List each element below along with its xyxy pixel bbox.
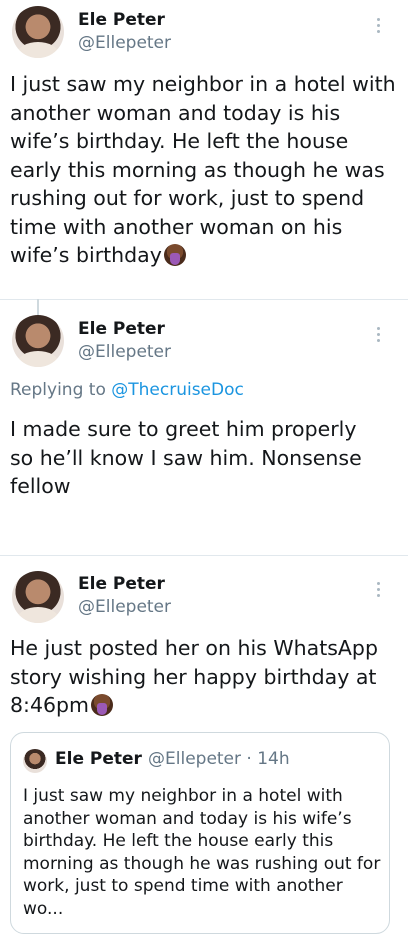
replying-to: Replying to @ThecruiseDoc [10,380,244,400]
avatar[interactable] [12,315,64,367]
quoted-text: I just saw my neighbor in a hotel with a… [23,786,381,919]
tweet-2[interactable]: Ele Peter @Ellepeter Replying to @Thecru… [0,300,408,556]
tweet-3[interactable]: Ele Peter @Ellepeter He just posted her … [0,556,408,934]
facepalm-emoji [163,244,186,266]
author-name[interactable]: Ele Peter [78,319,165,339]
reply-mention-link[interactable]: @ThecruiseDoc [111,380,244,400]
avatar [23,749,47,773]
more-options-icon[interactable] [377,582,381,600]
quoted-handle-time: @Ellepeter · 14h [148,749,290,769]
tweet-text: I just saw my neighbor in a hotel with a… [10,72,396,267]
more-options-icon[interactable] [377,18,381,36]
facepalm-emoji [91,694,114,716]
tweet-1[interactable]: Ele Peter @Ellepeter I just saw my neigh… [0,0,408,300]
avatar[interactable] [12,6,64,58]
quoted-tweet[interactable]: Ele Peter @Ellepeter · 14h I just saw my… [10,732,390,934]
author-name[interactable]: Ele Peter [78,10,165,30]
tweet-text: I made sure to greet him properly so he’… [10,417,362,498]
avatar[interactable] [12,571,64,623]
author-handle[interactable]: @Ellepeter [78,33,171,53]
author-handle[interactable]: @Ellepeter [78,597,171,617]
author-handle[interactable]: @Ellepeter [78,342,171,362]
quoted-author-name: Ele Peter [55,749,142,769]
author-name[interactable]: Ele Peter [78,574,165,594]
tweet-text: He just posted her on his WhatsApp story… [10,636,378,717]
more-options-icon[interactable] [377,327,381,345]
